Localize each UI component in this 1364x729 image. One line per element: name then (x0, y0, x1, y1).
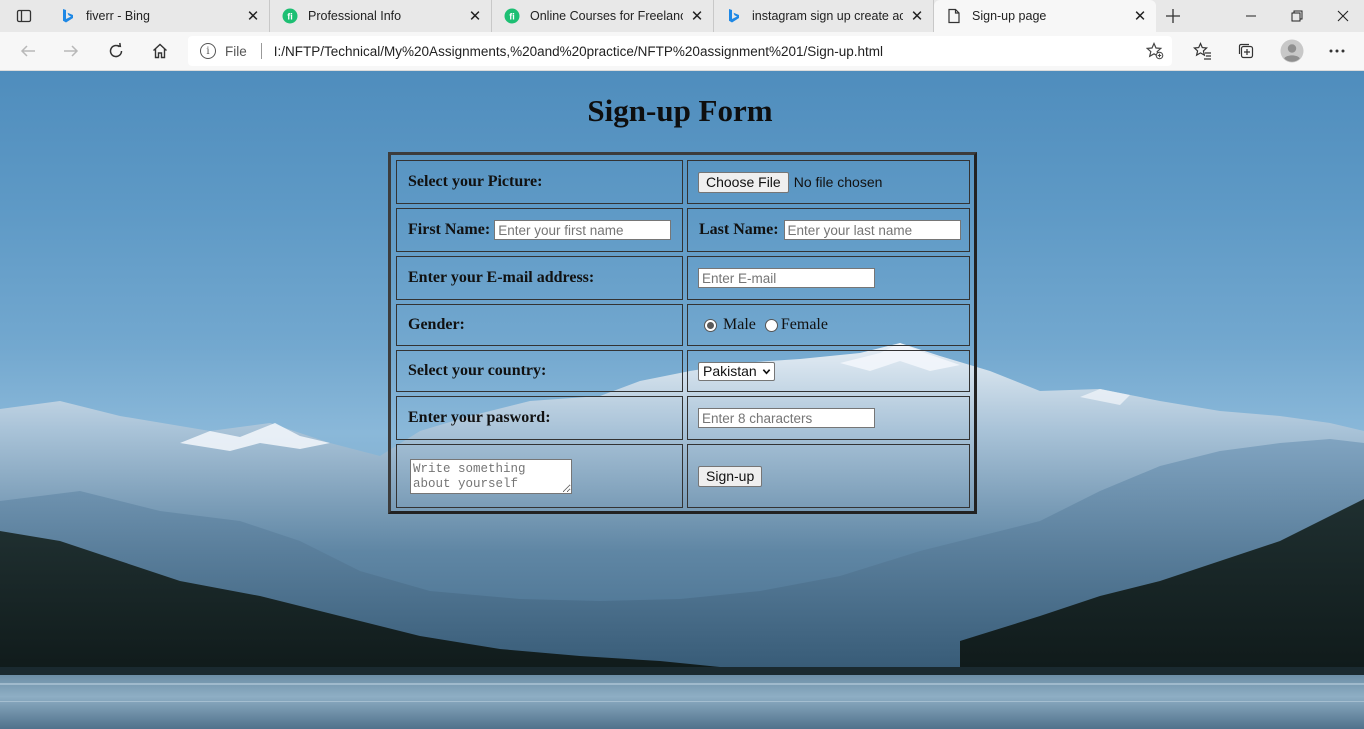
tab-online-courses[interactable]: fi Online Courses for Freelancers ✕ (492, 0, 714, 32)
password-input-cell (687, 396, 970, 440)
fiverr-learn-icon: fi (504, 8, 520, 24)
close-icon[interactable]: ✕ (467, 8, 483, 25)
signup-button[interactable]: Sign-up (698, 465, 763, 487)
close-window-icon[interactable] (1320, 0, 1364, 32)
password-label-cell: Enter your pasword: (396, 396, 683, 440)
forward-arrow-icon[interactable] (56, 37, 86, 65)
close-icon[interactable]: ✕ (689, 8, 705, 25)
gender-input-cell: Male Female (687, 304, 970, 346)
country-label-cell: Select your country: (396, 350, 683, 392)
back-arrow-icon[interactable] (13, 37, 43, 65)
password-input[interactable] (698, 408, 875, 428)
country-selected-value: Pakistan (703, 363, 757, 379)
gender-option-male: Male (723, 316, 756, 333)
about-textarea[interactable] (410, 458, 572, 494)
picture-input-cell: Choose File No file chosen (687, 160, 970, 204)
restore-icon[interactable] (1274, 0, 1320, 32)
address-url[interactable]: I:/NFTP/Technical/My%20Assignments,%20an… (274, 44, 883, 59)
fiverr-learn-icon: fi (282, 8, 298, 24)
page-viewport: Sign-up Form Select your Picture: Choose… (0, 71, 1364, 729)
password-label: Enter your pasword: (408, 409, 551, 426)
add-favorite-icon[interactable] (1145, 42, 1164, 60)
tab-bar: fiverr - Bing ✕ fi Professional Info ✕ f… (0, 0, 1364, 32)
email-label: Enter your E-mail address: (408, 269, 595, 286)
tab-title: Professional Info (308, 9, 402, 23)
tab-professional-info[interactable]: fi Professional Info ✕ (270, 0, 492, 32)
email-label-cell: Enter your E-mail address: (396, 256, 683, 300)
email-input[interactable] (698, 268, 875, 288)
svg-text:fi: fi (509, 12, 515, 22)
first-name-label: First Name: (408, 221, 491, 238)
tab-fiverr-bing[interactable]: fiverr - Bing ✕ (48, 0, 270, 32)
home-icon[interactable] (145, 37, 175, 65)
tab-instagram-signup[interactable]: instagram sign up create account ✕ (714, 0, 934, 32)
address-separator (260, 43, 262, 59)
profile-avatar[interactable] (1277, 37, 1307, 65)
chevron-down-icon (762, 368, 770, 375)
tab-title: fiverr - Bing (86, 9, 150, 23)
browser-toolbar: i File I:/NFTP/Technical/My%20Assignment… (0, 32, 1364, 71)
country-label: Select your country: (408, 362, 547, 379)
tab-title: instagram sign up create account (752, 9, 903, 23)
country-input-cell: Pakistan (687, 350, 970, 392)
picture-label-cell: Select your Picture: (396, 160, 683, 204)
new-tab-icon[interactable] (1160, 4, 1186, 28)
minimize-icon[interactable] (1228, 0, 1274, 32)
last-name-input[interactable] (783, 220, 961, 240)
page-icon (946, 8, 962, 24)
page-title: Sign-up Form (587, 93, 773, 128)
last-name-cell: Last Name: (687, 208, 970, 252)
collections-icon[interactable] (1231, 37, 1261, 65)
country-select[interactable]: Pakistan (698, 361, 775, 381)
close-icon[interactable]: ✕ (1132, 8, 1148, 25)
gender-label-cell: Gender: (396, 304, 683, 346)
about-cell (396, 444, 683, 508)
tab-actions-icon[interactable] (6, 4, 42, 28)
gender-option-female: Female (780, 316, 828, 333)
info-icon[interactable]: i (200, 43, 216, 59)
first-name-input[interactable] (494, 220, 672, 240)
refresh-icon[interactable] (101, 37, 131, 65)
tab-title: Sign-up page (972, 9, 1047, 23)
gender-radio-female[interactable] (764, 318, 778, 332)
signup-form-table: Select your Picture: Choose File No file… (388, 152, 977, 514)
gender-label: Gender: (408, 316, 465, 333)
tab-signup-page[interactable]: Sign-up page ✕ (934, 0, 1156, 32)
tab-title: Online Courses for Freelancers (530, 9, 683, 23)
more-menu-icon[interactable] (1322, 37, 1352, 65)
picture-label: Select your Picture: (408, 173, 543, 190)
favorites-icon[interactable] (1188, 37, 1218, 65)
no-file-text: No file chosen (793, 174, 883, 190)
address-bar[interactable]: i File I:/NFTP/Technical/My%20Assignment… (188, 36, 1172, 66)
close-icon[interactable]: ✕ (245, 8, 261, 25)
close-icon[interactable]: ✕ (909, 8, 925, 25)
bing-icon (726, 8, 742, 24)
scheme-label: File (225, 43, 247, 59)
bing-icon (60, 8, 76, 24)
svg-text:fi: fi (287, 12, 293, 22)
email-input-cell (687, 256, 970, 300)
submit-cell: Sign-up (687, 444, 970, 508)
tab-strip: fiverr - Bing ✕ fi Professional Info ✕ f… (48, 0, 1156, 32)
first-name-cell: First Name: (396, 208, 683, 252)
choose-file-button[interactable]: Choose File (698, 171, 789, 193)
gender-radio-male[interactable] (704, 318, 717, 332)
last-name-label: Last Name: (699, 221, 779, 238)
